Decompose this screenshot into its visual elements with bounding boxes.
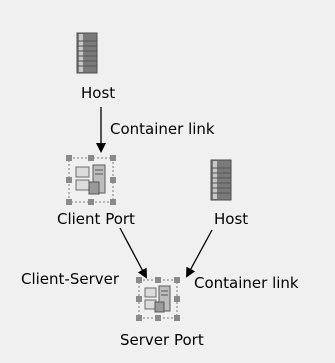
client-port-label: Client Port: [57, 210, 135, 228]
client-server-edge[interactable]: [119, 227, 147, 279]
container-link-right-edge[interactable]: [186, 229, 213, 278]
container-link-top-label: Container link: [110, 120, 215, 138]
diagram-canvas: Host Container link Client Port Host Cli…: [0, 0, 335, 363]
client-port-node-icon[interactable]: [65, 154, 117, 206]
client-server-label: Client-Server: [21, 270, 120, 288]
host-top-label: Host: [81, 84, 116, 102]
host-right-server-icon[interactable]: [210, 159, 232, 201]
host-top-server-icon[interactable]: [76, 32, 98, 74]
container-link-right-label: Container link: [194, 274, 299, 292]
server-port-node-icon[interactable]: [135, 276, 181, 322]
server-port-label: Server Port: [120, 331, 204, 349]
host-right-label: Host: [214, 210, 249, 228]
